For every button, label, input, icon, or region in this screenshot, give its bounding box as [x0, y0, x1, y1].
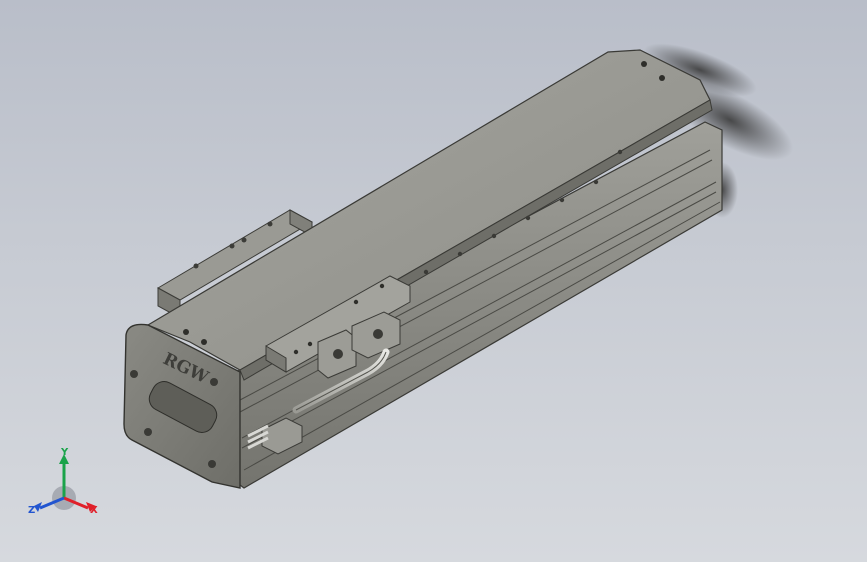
cad-viewport[interactable]: RGW Y X Z [0, 0, 867, 562]
z-axis-label: Z [28, 505, 36, 516]
view-orientation-triad[interactable]: Y X Z [26, 448, 106, 524]
y-axis-label: Y [61, 447, 69, 458]
linear-actuator-model[interactable]: RGW [0, 0, 867, 562]
x-axis-label: X [90, 505, 98, 516]
